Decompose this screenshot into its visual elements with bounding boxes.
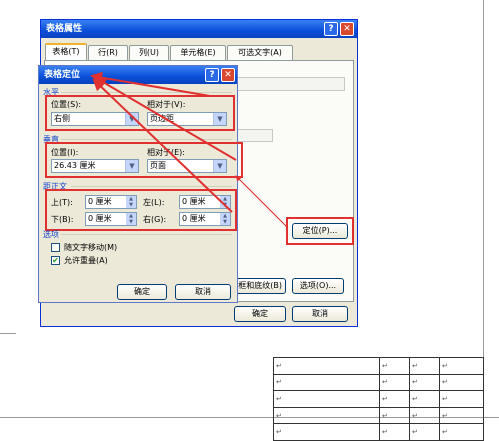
check-icon: ✔ [52, 256, 59, 265]
ok-button[interactable]: 确定 [234, 306, 286, 322]
tab-table[interactable]: 表格(T) [45, 43, 87, 60]
table-positioning-dialog: 表格定位 ? ✕ 水平 位置(S): 相对于(V): 右侧 ▼ 页边距 ▼ 垂直… [38, 65, 243, 303]
highlight-horizontal [45, 95, 235, 131]
highlight-distance [45, 189, 237, 231]
table-cell[interactable]: ↵ [409, 390, 440, 408]
table-cell[interactable]: ↵ [379, 406, 410, 425]
dialog-title: 表格属性 [46, 24, 83, 34]
word-table[interactable]: ↵ ↵ ↵ ↵ ↵ ↵ ↵ ↵ ↵ ↵ ↵ ↵ ↵ ↵ ↵ ↵ ↵ ↵ ↵ ↵ [273, 357, 484, 441]
table-cell[interactable]: ↵ [409, 423, 440, 441]
section-divider [61, 139, 232, 140]
table-properties-titlebar[interactable]: 表格属性 [41, 20, 357, 38]
indent-spinner[interactable] [237, 129, 273, 142]
cancel-button[interactable]: 取消 [292, 306, 348, 322]
table-cell[interactable]: ↵ [409, 406, 440, 425]
section-divider [61, 234, 232, 235]
options-section-title: 选项 [43, 230, 59, 239]
table-cell[interactable]: ↵ [273, 390, 380, 408]
table-row: ↵ ↵ ↵ ↵ [273, 373, 484, 392]
table-row: ↵ ↵ ↵ ↵ [273, 390, 484, 408]
dialog-title: 表格定位 [44, 70, 81, 80]
move-with-text-checkbox[interactable] [51, 243, 60, 252]
table-cell[interactable]: ↵ [273, 423, 380, 441]
table-row: ↵ ↵ ↵ ↵ [273, 406, 484, 425]
table-cell[interactable]: ↵ [273, 357, 380, 375]
options-button[interactable]: 选项(O)... [292, 278, 344, 294]
section-divider [61, 92, 232, 93]
table-cell[interactable]: ↵ [379, 423, 410, 441]
allow-overlap-checkbox[interactable]: ✔ [51, 256, 60, 265]
help-button[interactable]: ? [205, 68, 219, 82]
help-button[interactable]: ? [324, 22, 338, 36]
tab-row[interactable]: 行(R) [88, 45, 128, 60]
table-cell[interactable]: ↵ [439, 390, 484, 408]
close-button[interactable]: ✕ [221, 68, 235, 82]
close-button[interactable]: ✕ [340, 22, 354, 36]
table-cell[interactable]: ↵ [273, 406, 380, 425]
table-cell[interactable]: ↵ [379, 390, 410, 408]
tab-cell[interactable]: 单元格(E) [170, 45, 226, 60]
tab-column[interactable]: 列(U) [129, 45, 169, 60]
table-cell[interactable]: ↵ [273, 373, 380, 392]
allow-overlap-label: 允许重叠(A) [64, 256, 108, 265]
table-cell[interactable]: ↵ [379, 357, 410, 375]
borders-shading-button[interactable]: 边框和底纹(B)... [234, 278, 286, 294]
ok-button[interactable]: 确定 [117, 284, 167, 300]
page-margin-mark [0, 333, 16, 334]
section-divider [71, 186, 232, 187]
table-cell[interactable]: ↵ [439, 357, 484, 375]
cancel-button[interactable]: 取消 [175, 284, 231, 300]
table-cell[interactable]: ↵ [379, 373, 410, 392]
table-row: ↵ ↵ ↵ ↵ [273, 423, 484, 441]
table-cell[interactable]: ↵ [439, 373, 484, 392]
tab-alt-text[interactable]: 可选文字(A) [227, 45, 293, 60]
highlight-position-button [286, 217, 354, 245]
table-cell[interactable]: ↵ [409, 373, 440, 392]
table-cell[interactable]: ↵ [409, 357, 440, 375]
move-with-text-label: 随文字移动(M) [64, 243, 118, 252]
highlight-vertical [45, 142, 243, 178]
width-unit-select[interactable] [237, 77, 345, 91]
table-row: ↵ ↵ ↵ ↵ [273, 357, 484, 375]
table-cell[interactable]: ↵ [439, 406, 484, 425]
table-cell[interactable]: ↵ [439, 423, 484, 441]
